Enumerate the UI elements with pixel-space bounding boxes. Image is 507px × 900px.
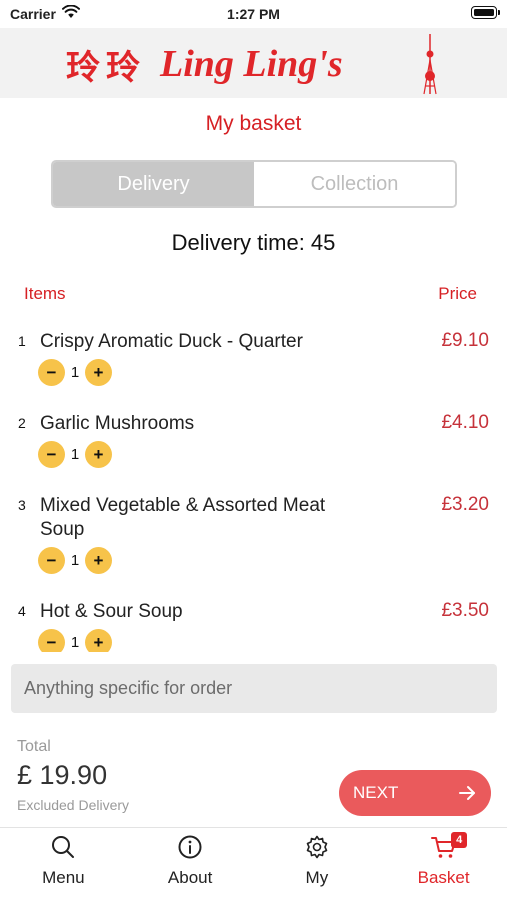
quantity-value: 1 — [70, 634, 80, 651]
page-title: My basket — [205, 112, 302, 135]
next-button[interactable]: NEXT — [339, 770, 491, 816]
item-name: Hot & Sour Soup — [40, 601, 183, 622]
tab-basket[interactable]: 4 Basket — [380, 828, 507, 900]
delivery-time: Delivery time: 45 — [171, 230, 336, 255]
quantity-stepper: − 1 + — [38, 359, 112, 386]
logo-chinese-text: 玲玲 — [66, 47, 146, 88]
logo-header: 玲玲 Ling Ling's — [0, 28, 507, 98]
order-notes-input[interactable]: Anything specific for order — [11, 664, 497, 713]
tab-menu[interactable]: Menu — [0, 828, 127, 900]
quantity-stepper: − 1 + — [38, 441, 112, 468]
decrease-quantity-button[interactable]: − — [38, 629, 65, 652]
delivery-excluded-note: Excluded Delivery — [17, 797, 130, 813]
item-index: 1 — [18, 333, 26, 349]
restaurant-logo: 玲玲 Ling Ling's — [66, 36, 343, 92]
tower-icon — [423, 34, 437, 95]
collection-option[interactable]: Collection — [254, 162, 455, 206]
battery-icon — [471, 6, 500, 19]
decrease-quantity-button[interactable]: − — [38, 547, 65, 574]
increase-quantity-button[interactable]: + — [85, 441, 112, 468]
tab-label: My — [305, 868, 329, 887]
status-time: 1:27 PM — [227, 6, 280, 22]
search-icon — [52, 836, 75, 858]
quantity-stepper: − 1 + — [38, 547, 112, 574]
total-amount: £ 19.90 — [17, 760, 108, 790]
logo-name-text: Ling Ling's — [160, 43, 343, 85]
arrow-right-icon — [459, 786, 475, 800]
item-index: 4 — [18, 603, 26, 619]
increase-quantity-button[interactable]: + — [85, 547, 112, 574]
next-button-label: NEXT — [353, 783, 399, 802]
items-column-header: Items — [24, 284, 66, 303]
quantity-value: 1 — [70, 364, 80, 381]
item-price: £3.20 — [441, 494, 489, 515]
quantity-value: 1 — [70, 552, 80, 569]
decrease-quantity-button[interactable]: − — [38, 359, 65, 386]
total-label: Total — [17, 738, 51, 755]
increase-quantity-button[interactable]: + — [85, 359, 112, 386]
gear-icon — [306, 835, 328, 859]
increase-quantity-button[interactable]: + — [85, 629, 112, 652]
item-index: 2 — [18, 415, 26, 431]
decrease-quantity-button[interactable]: − — [38, 441, 65, 468]
quantity-stepper: − 1 + — [38, 629, 112, 652]
quantity-value: 1 — [70, 446, 80, 463]
item-index: 3 — [18, 497, 26, 513]
price-column-header: Price — [438, 284, 477, 303]
order-type-toggle: Delivery Collection — [51, 160, 457, 208]
status-bar: Carrier 1:27 PM — [0, 0, 507, 28]
basket-list[interactable]: 1 Crispy Aromatic Duck - Quarter £9.10 −… — [0, 318, 507, 652]
item-name: Mixed Vegetable & Assorted Meat Soup — [40, 495, 326, 540]
item-price: £9.10 — [441, 330, 489, 351]
tab-label: Menu — [42, 868, 85, 887]
delivery-option[interactable]: Delivery — [53, 162, 254, 206]
tab-my[interactable]: My — [254, 828, 381, 900]
item-price: £4.10 — [441, 412, 489, 433]
tab-bar: Menu About My 4 Basket — [0, 827, 507, 900]
info-icon — [178, 835, 202, 859]
tab-label: About — [167, 868, 213, 887]
cart-count-badge: 4 — [451, 832, 468, 848]
tab-label: Basket — [417, 868, 470, 887]
item-name: Garlic Mushrooms — [40, 413, 195, 434]
tab-about[interactable]: About — [127, 828, 254, 900]
item-name: Crispy Aromatic Duck - Quarter — [40, 331, 303, 352]
item-price: £3.50 — [441, 600, 489, 621]
